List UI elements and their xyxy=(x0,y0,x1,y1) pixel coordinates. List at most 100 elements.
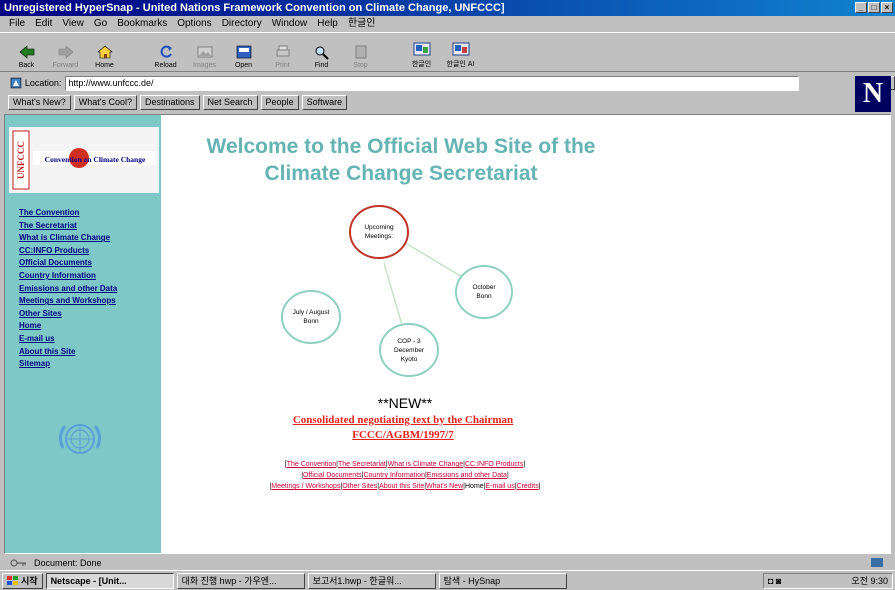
mail-status-icon[interactable] xyxy=(871,558,883,567)
consolidated-text-link[interactable]: Consolidated negotiating text by the Cha… xyxy=(241,413,565,443)
start-button[interactable]: 시작 xyxy=(2,572,43,589)
home-icon xyxy=(96,45,113,59)
footer-link-official-documents[interactable]: Official Documents xyxy=(303,472,362,479)
footer-link-about[interactable]: About this Site xyxy=(379,483,424,490)
destinations-button[interactable]: Destinations xyxy=(139,94,200,110)
find-label: Find xyxy=(314,62,329,69)
footer-home-current: Home xyxy=(465,483,484,490)
hangul-icon xyxy=(413,42,430,56)
menu-options[interactable]: Options xyxy=(172,16,216,32)
page-viewport: UNFCCC Convention on Climate Change The … xyxy=(4,114,891,554)
reload-icon xyxy=(160,45,172,58)
hangul-button[interactable]: 한글인 xyxy=(403,35,440,69)
images-label: Images xyxy=(193,62,216,69)
menu-view[interactable]: View xyxy=(57,16,89,32)
connector-upcoming-cop3 xyxy=(383,262,403,326)
start-label: 시작 xyxy=(21,575,38,586)
directory-buttons-bar: What's New? What's Cool? Destinations Ne… xyxy=(0,92,895,112)
url-input[interactable] xyxy=(65,75,800,91)
bubble-july-line2: Bonn xyxy=(303,318,319,325)
footer-link-whats-new[interactable]: What's New xyxy=(426,483,463,490)
footer-link-country-information[interactable]: Country Information xyxy=(363,472,424,479)
bubble-cop3-line2: December xyxy=(394,347,425,354)
bubble-july-line1: July / August xyxy=(293,309,330,316)
stop-icon xyxy=(355,45,366,59)
footer-link-climate-change[interactable]: What is Climate Change xyxy=(388,461,463,468)
hangul-ai-button[interactable]: 한글인 AI xyxy=(442,35,479,69)
footer-link-meetings[interactable]: Meetings / Workshops xyxy=(271,483,340,490)
print-icon xyxy=(276,45,289,57)
footer-links: [The Convention|The Secretariat|What is … xyxy=(165,459,645,492)
menu-edit[interactable]: Edit xyxy=(30,16,57,32)
footer-link-credits[interactable]: Credits xyxy=(517,483,539,490)
task-hwp-1[interactable]: 대화 진행 hwp - 가우엔... xyxy=(176,572,305,589)
minimize-button[interactable]: _ xyxy=(855,2,867,13)
images-icon xyxy=(197,46,212,58)
hangul-ai-icon xyxy=(452,42,469,56)
print-button[interactable]: Print xyxy=(264,35,301,69)
menu-bar: File Edit View Go Bookmarks Options Dire… xyxy=(0,16,895,32)
footer-link-secretariat[interactable]: The Secretariat xyxy=(338,461,386,468)
menu-window[interactable]: Window xyxy=(267,16,313,32)
window-title: Unregistered HyperSnap - United Nations … xyxy=(4,2,505,14)
footer-link-convention[interactable]: The Convention xyxy=(287,461,336,468)
footer-row-2: |Official Documents|Country Information|… xyxy=(301,472,509,479)
windows-logo-icon xyxy=(7,575,18,585)
bubble-july-august-bonn[interactable]: July / August Bonn xyxy=(281,290,341,344)
back-button[interactable]: Back xyxy=(8,35,45,69)
location-label: Location: xyxy=(24,78,62,88)
status-text: Document: Done xyxy=(34,558,102,568)
forward-label: Forward xyxy=(52,62,79,69)
images-button[interactable]: Images xyxy=(186,35,223,69)
find-button[interactable]: Find xyxy=(303,35,340,69)
footer-link-cc-info[interactable]: CC:INFO Products xyxy=(465,461,523,468)
bookmark-icon[interactable] xyxy=(10,77,22,89)
new-label: **NEW** xyxy=(377,395,433,411)
consolidated-line2: FCCC/AGBM/1997/7 xyxy=(352,429,454,441)
bubble-upcoming-meetings[interactable]: Upcoming Meetings: xyxy=(349,205,409,259)
task-explorer-hysnap[interactable]: 탐색 - HySnap xyxy=(438,572,567,589)
maximize-button[interactable]: □ xyxy=(868,2,880,13)
clock[interactable]: 오전 9:30 xyxy=(851,574,888,588)
menu-go[interactable]: Go xyxy=(89,16,112,32)
footer-link-email[interactable]: E-mail us xyxy=(486,483,515,490)
menu-hangul[interactable]: 한글인 xyxy=(343,16,381,32)
bubble-cop3-december-kyoto[interactable]: COP - 3 December Kyoto xyxy=(379,323,439,377)
reload-button[interactable]: Reload xyxy=(147,35,184,69)
system-tray: ◘ ◙ 오전 9:30 xyxy=(763,573,893,589)
hangul-label: 한글인 xyxy=(411,61,432,68)
forward-button[interactable]: Forward xyxy=(47,35,84,69)
net-search-button[interactable]: Net Search xyxy=(202,94,258,110)
home-button[interactable]: Home xyxy=(86,35,123,69)
security-key-icon[interactable] xyxy=(10,558,28,568)
bubble-upcoming-line2: Meetings: xyxy=(365,233,393,240)
task-netscape[interactable]: Netscape - [Unit... xyxy=(45,572,174,589)
close-button[interactable]: × xyxy=(881,2,893,13)
navigation-toolbar: Back Forward Home Reload Images Open Pri… xyxy=(0,32,895,72)
stop-label: Stop xyxy=(353,62,368,69)
task-hwp-2[interactable]: 보고서1.hwp - 한글워... xyxy=(307,572,436,589)
people-button[interactable]: People xyxy=(260,94,299,110)
stop-button[interactable]: Stop xyxy=(342,35,379,69)
open-label: Open xyxy=(234,62,253,69)
whats-new-button[interactable]: What's New? xyxy=(8,94,71,110)
connector-upcoming-october xyxy=(406,243,470,282)
menu-bookmarks[interactable]: Bookmarks xyxy=(112,16,172,32)
menu-help[interactable]: Help xyxy=(312,16,343,32)
open-button[interactable]: Open xyxy=(225,35,262,69)
menu-directory[interactable]: Directory xyxy=(217,16,267,32)
taskbar: 시작 Netscape - [Unit... 대화 진행 hwp - 가우엔..… xyxy=(0,570,895,590)
hangul-ai-label: 한글인 AI xyxy=(446,61,475,68)
whats-cool-button[interactable]: What's Cool? xyxy=(73,94,137,110)
bubble-october-line1: October xyxy=(472,284,496,291)
bubble-october-bonn[interactable]: October Bonn xyxy=(455,265,513,319)
footer-link-emissions[interactable]: Emissions and other Data xyxy=(427,472,507,479)
status-bar: Document: Done xyxy=(0,556,895,570)
reload-label: Reload xyxy=(154,62,177,69)
menu-file[interactable]: File xyxy=(4,16,30,32)
software-button[interactable]: Software xyxy=(301,94,348,110)
window-title-bar[interactable]: Unregistered HyperSnap - United Nations … xyxy=(0,0,895,16)
netscape-logo[interactable]: N xyxy=(855,76,891,112)
footer-link-other-sites[interactable]: Other Sites xyxy=(342,483,377,490)
bubble-cop3-line3: Kyoto xyxy=(401,356,418,363)
